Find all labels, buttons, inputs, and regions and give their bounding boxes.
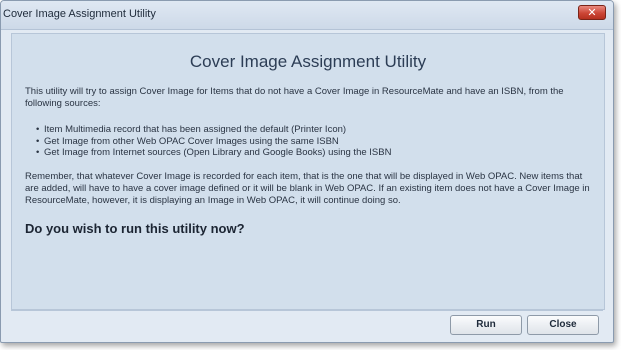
source-item-multimedia: Item Multimedia record that has been ass… xyxy=(36,124,391,136)
close-icon[interactable]: ✕ xyxy=(578,5,606,20)
source-list: Item Multimedia record that has been ass… xyxy=(36,124,391,159)
source-item-internet: Get Image from Internet sources (Open Li… xyxy=(36,147,391,159)
intro-text: This utility will try to assign Cover Im… xyxy=(25,86,564,109)
close-button[interactable]: Close xyxy=(527,315,599,335)
confirm-question: Do you wish to run this utility now? xyxy=(25,221,245,236)
source-item-web-opac: Get Image from other Web OPAC Cover Imag… xyxy=(36,136,391,148)
footer-divider xyxy=(11,310,603,311)
dialog-window: Cover Image Assignment Utility ✕ Cover I… xyxy=(0,0,614,343)
run-button[interactable]: Run xyxy=(450,315,522,335)
content-panel: Cover Image Assignment Utility This util… xyxy=(11,33,605,310)
page-title: Cover Image Assignment Utility xyxy=(189,52,427,71)
window-title: Cover Image Assignment Utility xyxy=(3,8,156,20)
note-text: Remember, that whatever Cover Image is r… xyxy=(25,171,590,206)
title-bar[interactable]: Cover Image Assignment Utility ✕ xyxy=(1,1,613,30)
